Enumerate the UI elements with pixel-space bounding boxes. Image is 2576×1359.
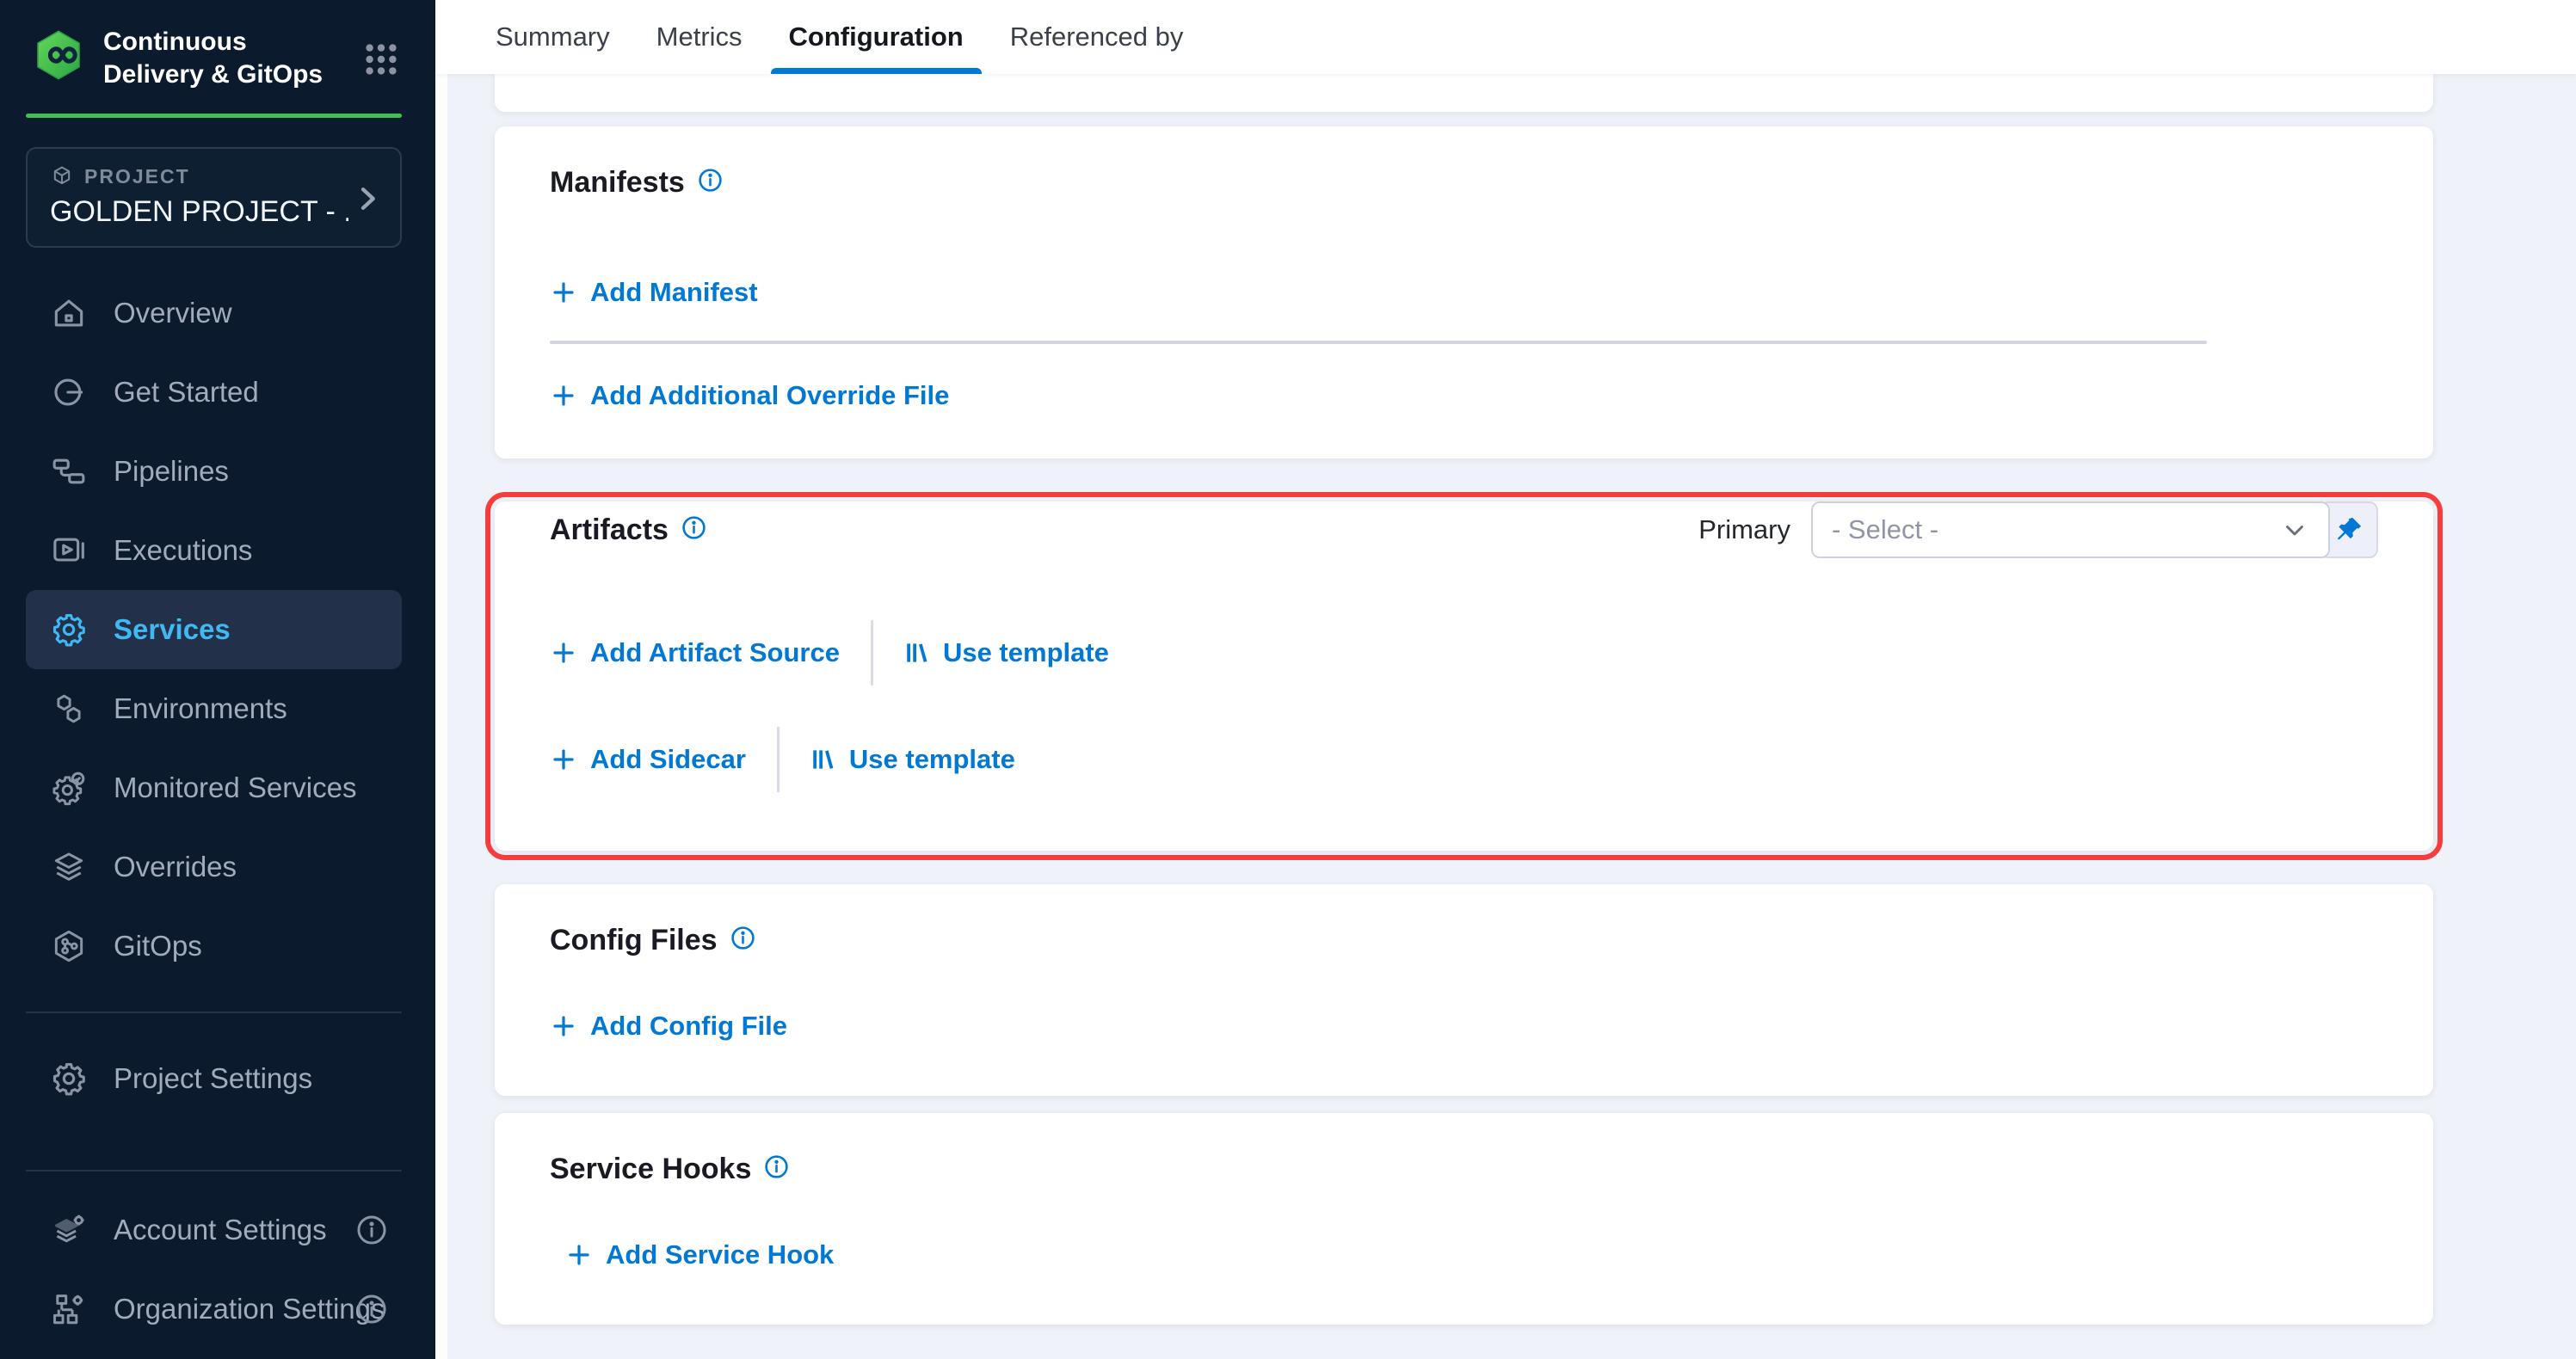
plus-icon [550, 746, 577, 773]
info-icon[interactable] [730, 925, 756, 951]
services-gear-icon [50, 611, 88, 649]
sidebar-item-services[interactable]: Services [26, 590, 402, 669]
sidebar-item-pipelines[interactable]: Pipelines [26, 432, 402, 511]
sidebar-item-get-started[interactable]: Get Started [26, 353, 402, 432]
project-selector[interactable]: PROJECT GOLDEN PROJECT - ... [26, 147, 402, 248]
manifests-title: Manifests [550, 166, 685, 200]
primary-label: Primary [1698, 514, 1790, 545]
tab-configuration[interactable]: Configuration [789, 0, 964, 74]
service-hooks-card: Service Hooks Add Service Hook [495, 1113, 2433, 1325]
info-icon[interactable] [354, 1291, 390, 1327]
project-settings-gear-icon [50, 1060, 88, 1098]
sidebar: Continuous Delivery & GitOps PROJECT GOL… [0, 0, 435, 1359]
sidebar-item-environments[interactable]: Environments [26, 669, 402, 748]
home-icon [50, 294, 88, 332]
brand-green-divider [26, 114, 402, 118]
sidebar-item-overview[interactable]: Overview [26, 274, 402, 353]
config-files-title: Config Files [550, 924, 718, 957]
gitops-icon [50, 927, 88, 965]
module-title: Continuous Delivery & GitOps [103, 26, 323, 91]
info-icon[interactable] [763, 1153, 790, 1180]
use-template-artifact-button[interactable]: Use template [904, 637, 1109, 668]
tab-summary[interactable]: Summary [496, 0, 610, 74]
chevron-right-icon [350, 181, 385, 216]
sidebar-item-monitored-services[interactable]: Monitored Services [26, 748, 402, 827]
plus-icon [550, 639, 577, 667]
add-artifact-source-button[interactable]: Add Artifact Source [550, 637, 840, 668]
tab-referenced-by[interactable]: Referenced by [1010, 0, 1184, 74]
harness-logo-icon [31, 28, 86, 83]
get-started-icon [50, 373, 88, 411]
use-template-sidecar-button[interactable]: Use template [810, 744, 1015, 775]
template-icon [904, 640, 930, 666]
chevron-down-icon [2280, 515, 2309, 544]
page-tabs: Summary Metrics Configuration Referenced… [435, 0, 2576, 74]
artifacts-title: Artifacts [550, 513, 669, 547]
pin-icon [2333, 514, 2364, 545]
sidebar-item-account-settings[interactable]: Account Settings [26, 1190, 402, 1270]
config-files-card: Config Files Add Config File [495, 884, 2433, 1096]
vertical-separator [777, 727, 780, 792]
monitored-services-icon [50, 769, 88, 807]
add-sidecar-button[interactable]: Add Sidecar [550, 744, 746, 775]
service-hooks-title: Service Hooks [550, 1153, 751, 1186]
executions-icon [50, 532, 88, 569]
scrolled-card-edge [495, 74, 2433, 112]
sidebar-item-project-settings[interactable]: Project Settings [26, 1039, 402, 1118]
add-config-file-button[interactable]: Add Config File [550, 1011, 787, 1042]
manifest-divider [550, 341, 2207, 344]
template-icon [810, 747, 836, 772]
sidebar-item-gitops[interactable]: GitOps [26, 907, 402, 986]
sidebar-divider [26, 1012, 402, 1013]
add-additional-override-file-button[interactable]: Add Additional Override File [550, 380, 949, 411]
info-icon[interactable] [681, 514, 707, 541]
plus-icon [550, 279, 577, 306]
plus-icon [550, 1012, 577, 1040]
manifests-card: Manifests Add Manifest Add Additional Ov… [495, 126, 2433, 458]
cube-icon [50, 164, 74, 188]
sidebar-item-organization-settings[interactable]: Organization Settings [26, 1270, 402, 1349]
project-label: PROJECT [84, 165, 190, 188]
configuration-content: Manifests Add Manifest Add Additional Ov… [495, 74, 2433, 1325]
sidebar-divider [26, 1170, 402, 1171]
overrides-layers-icon [50, 848, 88, 886]
tab-metrics[interactable]: Metrics [656, 0, 743, 74]
app-header: Continuous Delivery & GitOps [0, 0, 435, 91]
sidebar-nav: Overview Get Started Pipelines [0, 274, 435, 1349]
primary-artifact-select[interactable]: - Select - [1811, 501, 2330, 558]
vertical-separator [871, 620, 873, 686]
sidebar-item-executions[interactable]: Executions [26, 511, 402, 590]
plus-icon [565, 1241, 593, 1269]
add-service-hook-button[interactable]: Add Service Hook [565, 1239, 834, 1270]
add-manifest-button[interactable]: Add Manifest [550, 277, 758, 308]
pipelines-icon [50, 452, 88, 490]
organization-settings-icon [50, 1290, 88, 1328]
select-placeholder: - Select - [1832, 514, 2280, 545]
project-name: GOLDEN PROJECT - ... [50, 195, 348, 229]
module-grid-icon[interactable] [361, 40, 401, 79]
content-left-gutter [435, 0, 447, 1359]
sidebar-item-overrides[interactable]: Overrides [26, 827, 402, 907]
artifacts-card: Artifacts Primary - Select - [495, 501, 2433, 851]
account-settings-icon [50, 1211, 88, 1249]
environments-icon [50, 690, 88, 728]
info-icon[interactable] [697, 167, 724, 194]
info-icon[interactable] [354, 1212, 390, 1248]
plus-icon [550, 382, 577, 409]
